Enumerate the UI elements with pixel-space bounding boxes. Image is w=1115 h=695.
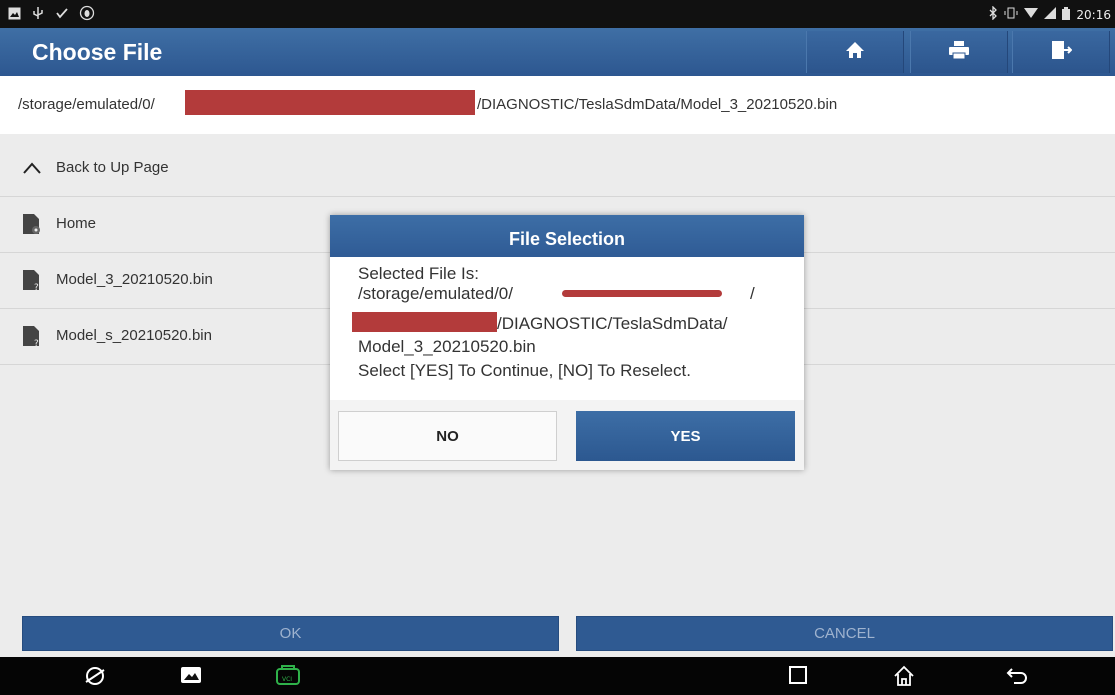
ok-button[interactable]: OK: [22, 616, 559, 651]
path-prefix: /storage/emulated/0/: [18, 96, 155, 113]
no-button[interactable]: NO: [338, 411, 557, 461]
exit-icon: [1050, 39, 1073, 66]
svg-text:VCI: VCI: [282, 676, 292, 683]
file-selection-dialog: File Selection Selected File Is: /storag…: [330, 215, 804, 470]
back-nav-icon[interactable]: [1006, 665, 1028, 690]
svg-text:?: ?: [34, 283, 39, 291]
unknown-file-icon: ?: [22, 325, 42, 351]
exit-button[interactable]: [1012, 31, 1110, 73]
header-bar: Choose File: [0, 28, 1115, 77]
yes-button[interactable]: YES: [576, 411, 795, 461]
unknown-file-icon: ?: [22, 269, 42, 295]
battery-icon: [1062, 6, 1071, 23]
recents-icon[interactable]: [788, 665, 808, 690]
dialog-body: Selected File Is: /storage/emulated/0/ /…: [330, 257, 804, 400]
back-to-up-page-row[interactable]: Back to Up Page: [0, 141, 1115, 197]
vci-icon[interactable]: VCI: [275, 665, 301, 692]
redaction-bar: [562, 290, 722, 297]
image-icon: [8, 7, 21, 23]
vibrate-icon: [1004, 6, 1018, 23]
list-item-label: Home: [56, 215, 97, 232]
browser-icon[interactable]: [84, 665, 106, 692]
signal-icon: [1044, 7, 1057, 22]
chevron-up-icon: [22, 161, 42, 179]
print-icon: [948, 40, 970, 65]
dialog-line-3: /DIAGNOSTIC/TeslaSdmData/: [497, 314, 728, 333]
status-bar: 20:16: [0, 0, 1115, 28]
file-path: /storage/emulated/0/ /DIAGNOSTIC/TeslaSd…: [0, 76, 1115, 134]
redaction-bar: [185, 90, 475, 115]
page-title: Choose File: [32, 39, 163, 65]
dialog-line-1: Selected File Is:: [358, 264, 479, 283]
check-icon: [55, 6, 69, 23]
dialog-line-2-end: /: [750, 284, 755, 303]
path-suffix: /DIAGNOSTIC/TeslaSdmData/Model_3_2021052…: [477, 96, 838, 113]
folder-file-icon: [22, 213, 42, 239]
bluetooth-icon: [988, 5, 998, 23]
usb-icon: [31, 6, 45, 23]
dialog-line-5: Select [YES] To Continue, [NO] To Resele…: [358, 361, 691, 380]
home-icon: [845, 40, 865, 65]
dialog-line-2: /storage/emulated/0/: [358, 284, 513, 303]
home-nav-icon[interactable]: [893, 665, 915, 692]
system-nav-bar: VCI: [0, 657, 1115, 695]
gallery-icon[interactable]: [180, 665, 202, 690]
wifi-icon: [1024, 7, 1039, 22]
list-item-label: Model_3_20210520.bin: [56, 271, 213, 288]
redaction-bar: [352, 312, 497, 332]
dialog-line-4: Model_3_20210520.bin: [358, 337, 536, 356]
clock-text: 20:16: [1076, 7, 1111, 22]
dialog-title: File Selection: [330, 215, 804, 257]
print-button[interactable]: [910, 31, 1008, 73]
cancel-button[interactable]: CANCEL: [576, 616, 1113, 651]
back-to-up-page-label: Back to Up Page: [56, 159, 169, 176]
svg-text:?: ?: [34, 339, 39, 347]
list-item-label: Model_s_20210520.bin: [56, 327, 212, 344]
home-button[interactable]: [806, 31, 904, 73]
bug-icon: [79, 5, 95, 24]
